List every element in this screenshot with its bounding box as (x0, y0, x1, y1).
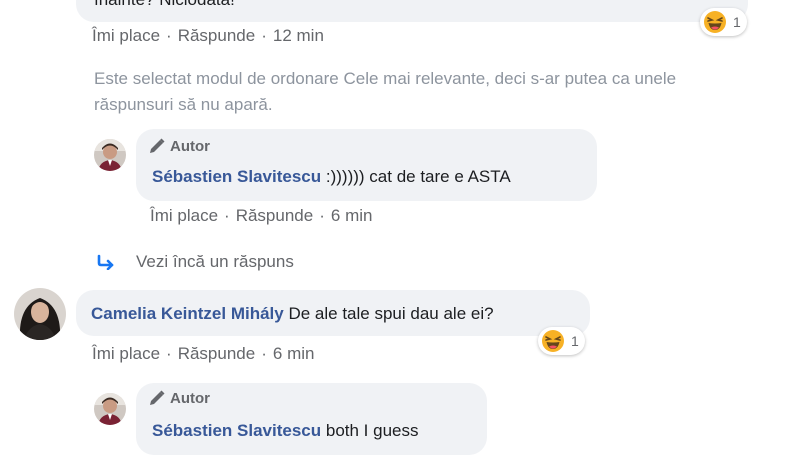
timestamp[interactable]: 6 min (273, 344, 315, 363)
author-badge-label: Autor (170, 137, 210, 155)
comment-text: both I guess (325, 421, 419, 440)
comment-content: Camelia Keintzel Mihály De ale tale spui… (91, 304, 494, 324)
separator: · (224, 206, 230, 225)
timestamp[interactable]: 6 min (331, 206, 373, 225)
commenter-name[interactable]: Sébastien Slavitescu (152, 421, 321, 440)
comment-reaction[interactable]: 1 (538, 327, 585, 355)
commenter-name[interactable]: Camelia Keintzel Mihály (91, 304, 284, 323)
laughing-emoji-icon (704, 11, 726, 33)
avatar[interactable] (94, 393, 126, 425)
reply-arrow-icon (97, 254, 114, 270)
separator: · (166, 26, 172, 45)
top-comment-actions: Îmi place · Răspunde · 12 min (92, 26, 324, 46)
like-link[interactable]: Îmi place (92, 344, 160, 363)
avatar[interactable] (94, 139, 126, 171)
laughing-emoji-icon (542, 330, 564, 352)
reaction-count: 1 (733, 14, 741, 30)
reply-link[interactable]: Răspunde (178, 26, 256, 45)
reply-content: Sébastien Slavitescu both I guess (152, 421, 419, 441)
timestamp[interactable]: 12 min (273, 26, 324, 45)
commenter-avatar-image (14, 288, 66, 340)
top-comment-text: înainte? Niciodată! (94, 0, 235, 10)
comment-text: :)))))) cat de tare e ASTA (325, 167, 511, 186)
separator: · (166, 344, 172, 363)
separator: · (261, 344, 267, 363)
pencil-icon (150, 138, 165, 153)
reaction-count: 1 (571, 333, 579, 349)
top-comment-reaction[interactable]: 1 (700, 8, 747, 36)
separator: · (261, 26, 267, 45)
separator: · (319, 206, 325, 225)
reply-link[interactable]: Răspunde (178, 344, 256, 363)
reply-link[interactable]: Răspunde (236, 206, 314, 225)
author-badge: Autor (148, 137, 210, 155)
reply-actions: Îmi place · Răspunde · 6 min (150, 206, 372, 226)
pencil-icon (150, 390, 165, 405)
sort-notice: Este selectat modul de ordonare Cele mai… (94, 69, 677, 114)
like-link[interactable]: Îmi place (92, 26, 160, 45)
avatar[interactable] (14, 288, 66, 340)
author-badge-label: Autor (170, 389, 210, 407)
view-more-replies-link[interactable]: Vezi încă un răspuns (96, 252, 294, 272)
commenter-name[interactable]: Sébastien Slavitescu (152, 167, 321, 186)
comment-text: De ale tale spui dau ale ei? (288, 304, 494, 323)
author-avatar-image (94, 139, 126, 171)
author-avatar-image (94, 393, 126, 425)
like-link[interactable]: Îmi place (150, 206, 218, 225)
view-more-replies-label: Vezi încă un răspuns (136, 252, 294, 271)
reply-content: Sébastien Slavitescu :)))))) cat de tare… (152, 167, 511, 187)
author-badge: Autor (148, 389, 210, 407)
comment-actions: Îmi place · Răspunde · 6 min (92, 344, 314, 364)
